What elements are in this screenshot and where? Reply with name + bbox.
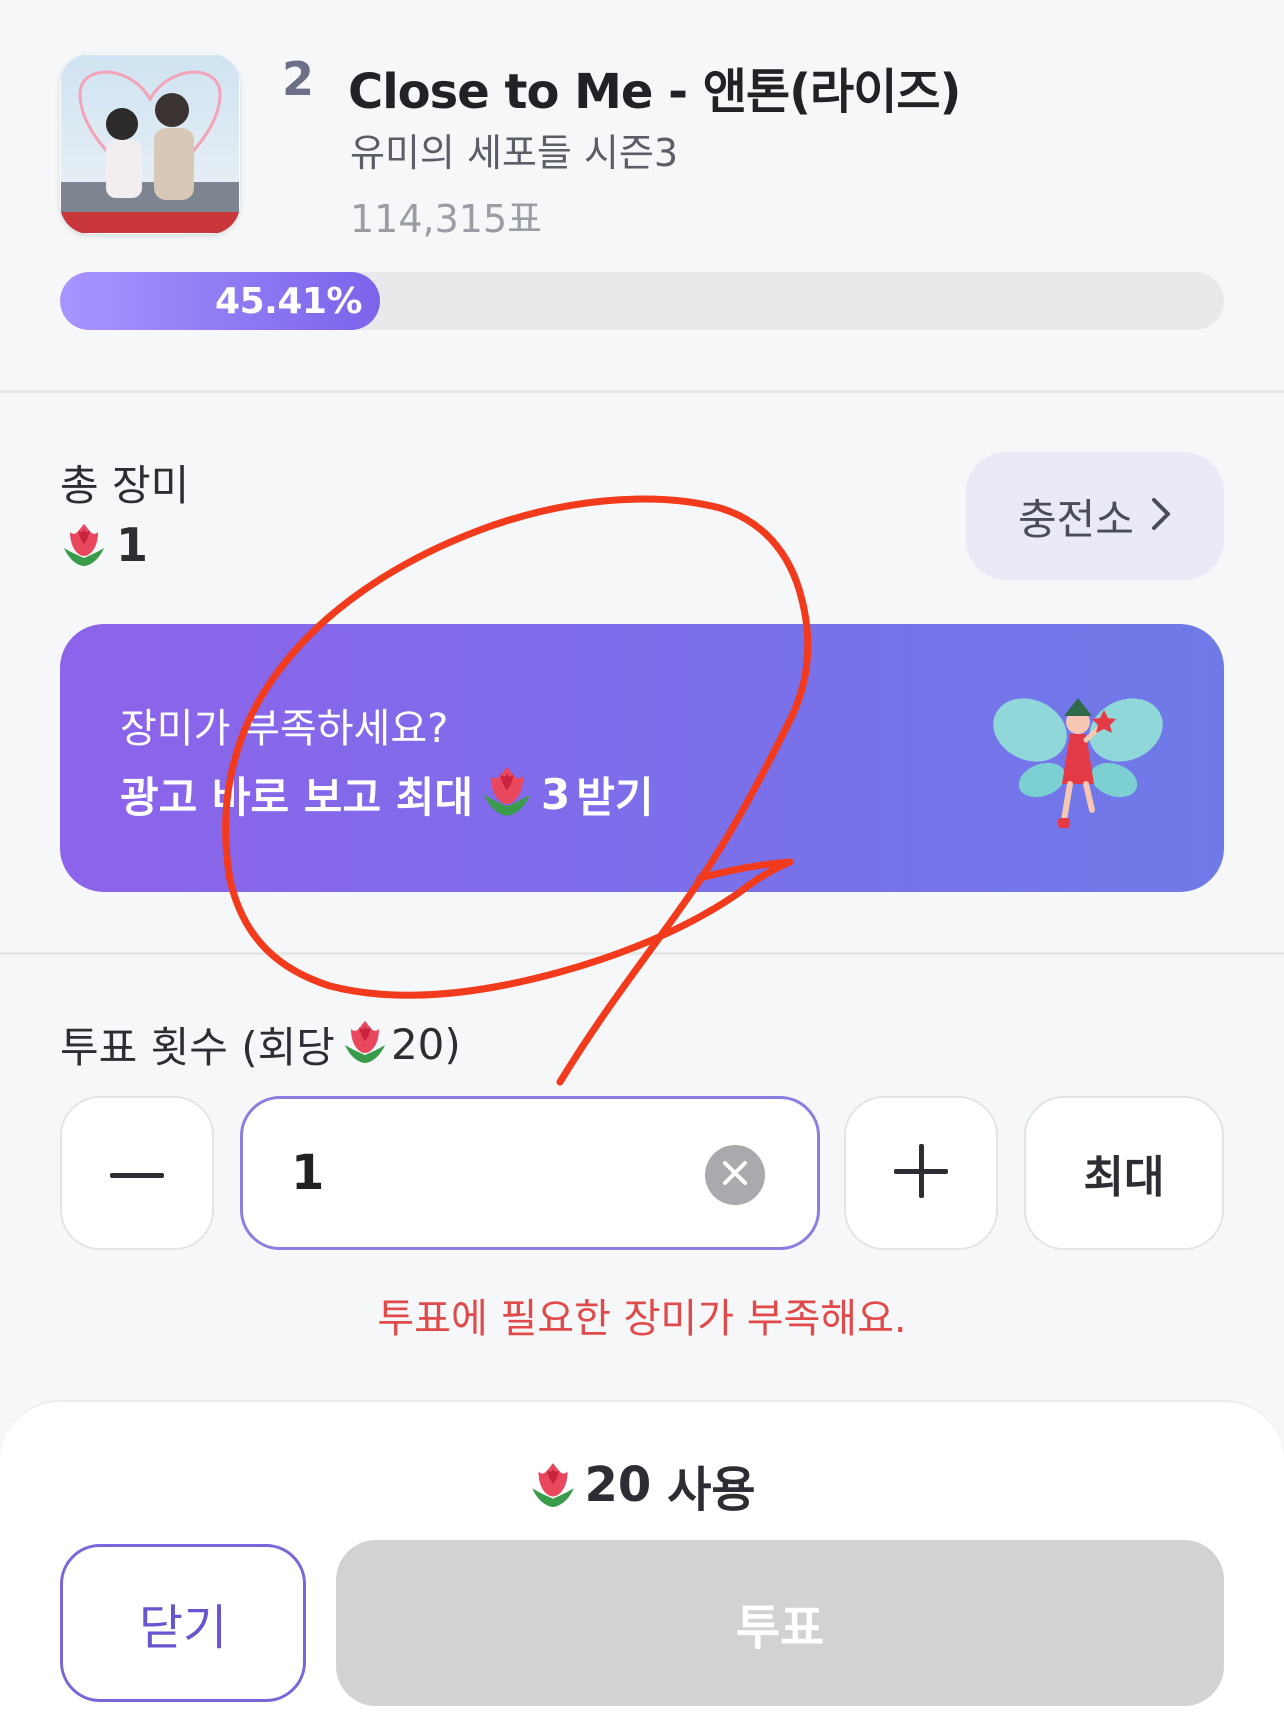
ad-banner-question: 장미가 부족하세요? — [120, 706, 449, 752]
section-divider — [0, 952, 1284, 955]
max-button[interactable]: 최대 — [1024, 1096, 1224, 1250]
song-vote-count: 114,315표 — [350, 197, 543, 241]
plus-icon — [894, 1144, 948, 1202]
rose-usage-amount: 20 — [584, 1457, 652, 1513]
close-button-label: 닫기 — [138, 1600, 228, 1656]
vote-count-label-prefix: 투표 횟수 (회당 — [60, 1023, 335, 1072]
clear-input-button[interactable] — [705, 1145, 765, 1205]
vote-count-input[interactable] — [291, 1145, 691, 1201]
ad-banner-offer-suffix: 받기 — [576, 772, 654, 822]
ad-reward-banner[interactable]: 장미가 부족하세요? 광고 바로 보고 최대 3 받기 — [60, 624, 1224, 892]
vote-submit-button[interactable]: 투표 — [336, 1540, 1224, 1706]
close-button[interactable]: 닫기 — [60, 1544, 306, 1702]
section-divider — [0, 390, 1284, 393]
fairy-icon — [990, 680, 1166, 840]
minus-icon — [110, 1164, 164, 1183]
vote-count-field[interactable] — [240, 1096, 820, 1250]
ad-banner-offer-amount: 3 — [541, 769, 571, 819]
rose-usage-summary: 20 사용 — [0, 1450, 1284, 1520]
vote-count-label: 투표 횟수 (회당 20) — [60, 1014, 461, 1075]
clear-icon — [721, 1159, 749, 1191]
max-button-label: 최대 — [1083, 1152, 1165, 1203]
total-roses-label: 총 장미 — [60, 461, 190, 510]
vote-page: 2 Close to Me - 앤톤(라이즈) 유미의 세포들 시즌3 114,… — [0, 0, 1284, 1736]
chevron-right-icon — [1150, 497, 1172, 535]
rose-icon — [60, 518, 108, 572]
charge-station-button[interactable]: 충전소 — [966, 452, 1224, 580]
rose-icon — [479, 760, 535, 828]
rose-icon — [341, 1015, 389, 1075]
vote-progress-percent: 45.41% — [215, 280, 362, 322]
vote-action-sheet: 20 사용 닫기 투표 — [0, 1400, 1284, 1736]
vote-submit-label: 투표 — [735, 1600, 825, 1656]
song-title: Close to Me - 앤톤(라이즈) — [348, 64, 961, 120]
album-art — [60, 54, 240, 234]
ad-banner-offer: 광고 바로 보고 최대 3 받기 — [120, 760, 654, 828]
rose-icon — [528, 1457, 578, 1513]
ad-banner-offer-prefix: 광고 바로 보고 최대 — [120, 772, 473, 822]
vote-progress-fill: 45.41% — [60, 272, 380, 330]
song-rank: 2 — [282, 52, 315, 106]
rose-usage-suffix: 사용 — [667, 1462, 756, 1518]
total-roses-count: 1 — [116, 518, 149, 572]
charge-station-label: 충전소 — [1018, 494, 1134, 544]
increase-button[interactable] — [844, 1096, 998, 1250]
vote-count-label-cost: 20) — [390, 1020, 461, 1069]
song-program: 유미의 세포들 시즌3 — [350, 131, 679, 175]
vote-progress-bar: 45.41% — [60, 272, 1224, 330]
total-roses-value: 1 — [60, 518, 148, 572]
decrease-button[interactable] — [60, 1096, 214, 1250]
insufficient-roses-error: 투표에 필요한 장미가 부족해요. — [377, 1296, 907, 1342]
